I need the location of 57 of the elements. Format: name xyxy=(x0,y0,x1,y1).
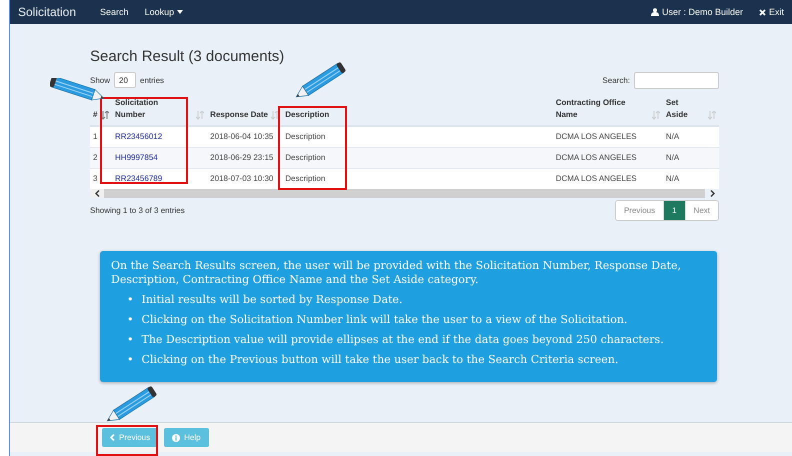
bullet-marker: • xyxy=(127,312,134,327)
bullet-marker: • xyxy=(127,332,134,347)
callout-bullet: Clicking on the Previous button will take the user back to the Search Criteria screen. xyxy=(142,352,618,367)
callout-bullet: Clicking on the Solicitation Number link will take the user to a view of the Solicitation. xyxy=(142,312,628,327)
callout-text: On the Search Results screen, the user will be provided with the Solicitation Number, Response Date, Description, Contracting Office Name and the Set Aside category. xyxy=(111,259,682,288)
entries-info: Showing 1 to 3 of 3 entries xyxy=(90,206,185,216)
chevron-left-icon[interactable] xyxy=(94,190,100,198)
search-field[interactable] xyxy=(634,72,719,88)
table-cell: 2018-06-04 10:35 xyxy=(207,126,282,148)
table-cell: DCMA LOS ANGELES xyxy=(552,168,663,190)
table-cell: N/A xyxy=(662,126,719,148)
entries-select[interactable]: 20 xyxy=(114,72,136,88)
nav-link[interactable]: Lookup xyxy=(144,7,184,17)
chevron-left-icon xyxy=(110,434,115,441)
table-cell: N/A xyxy=(662,168,719,190)
pagination-button[interactable]: Previous xyxy=(616,201,664,220)
column-header[interactable]: Solicitation Number xyxy=(115,97,176,120)
entries-label: entries xyxy=(140,76,164,84)
bullet-marker: • xyxy=(127,352,134,367)
table-cell: DCMA LOS ANGELES xyxy=(552,147,663,168)
nav-link[interactable]: Search xyxy=(100,7,129,17)
table-cell: Description xyxy=(282,168,553,190)
solicitation-link[interactable]: RR23456789 xyxy=(115,174,162,184)
sort-icon[interactable] xyxy=(271,111,280,120)
table-cell: Description xyxy=(282,147,553,168)
pagination-button[interactable]: 1 xyxy=(663,201,685,220)
caret-icon xyxy=(177,10,184,14)
search-label: Search: xyxy=(602,76,630,84)
user-icon xyxy=(650,8,659,16)
user-menu[interactable]: User : Demo Builder xyxy=(650,7,743,17)
column-header[interactable]: Response Date xyxy=(210,108,268,120)
sort-icon[interactable] xyxy=(101,111,110,120)
bullet-marker: • xyxy=(127,292,134,307)
brand-title[interactable]: Solicitation xyxy=(18,5,76,19)
chevron-right-icon[interactable] xyxy=(710,190,714,198)
column-header[interactable]: Description xyxy=(285,108,330,120)
close-icon xyxy=(758,8,766,16)
exit-link[interactable]: Exit xyxy=(758,7,784,17)
table-cell: N/A xyxy=(662,147,719,168)
callout-bullet: Initial results will be sorted by Response Date. xyxy=(142,292,402,307)
table-cell: 2018-07-03 10:30 xyxy=(207,168,282,190)
pagination-button[interactable]: Next xyxy=(684,201,718,220)
table-cell: 2 xyxy=(90,147,112,168)
highlight-frame xyxy=(96,425,158,456)
info-icon xyxy=(172,434,180,442)
solicitation-link[interactable]: RR23456012 xyxy=(115,132,162,142)
table-cell: DCMA LOS ANGELES xyxy=(552,126,663,148)
solicitation-link[interactable]: HH9997854 xyxy=(115,153,158,162)
callout-bullet: The Description value will provide ellipses at the end if the data goes beyond 250 characters. xyxy=(142,332,664,347)
column-header[interactable]: Contracting Office Name xyxy=(556,97,636,120)
table-cell: Description xyxy=(282,126,553,148)
horizontal-scrollbar[interactable] xyxy=(90,189,719,198)
column-header[interactable]: Set Aside xyxy=(666,97,694,120)
table-cell: 2018-06-29 23:15 xyxy=(207,147,282,168)
show-label: Show xyxy=(90,76,110,84)
page-title: Search Result (3 documents) xyxy=(90,48,286,65)
column-header[interactable]: # xyxy=(93,108,98,120)
